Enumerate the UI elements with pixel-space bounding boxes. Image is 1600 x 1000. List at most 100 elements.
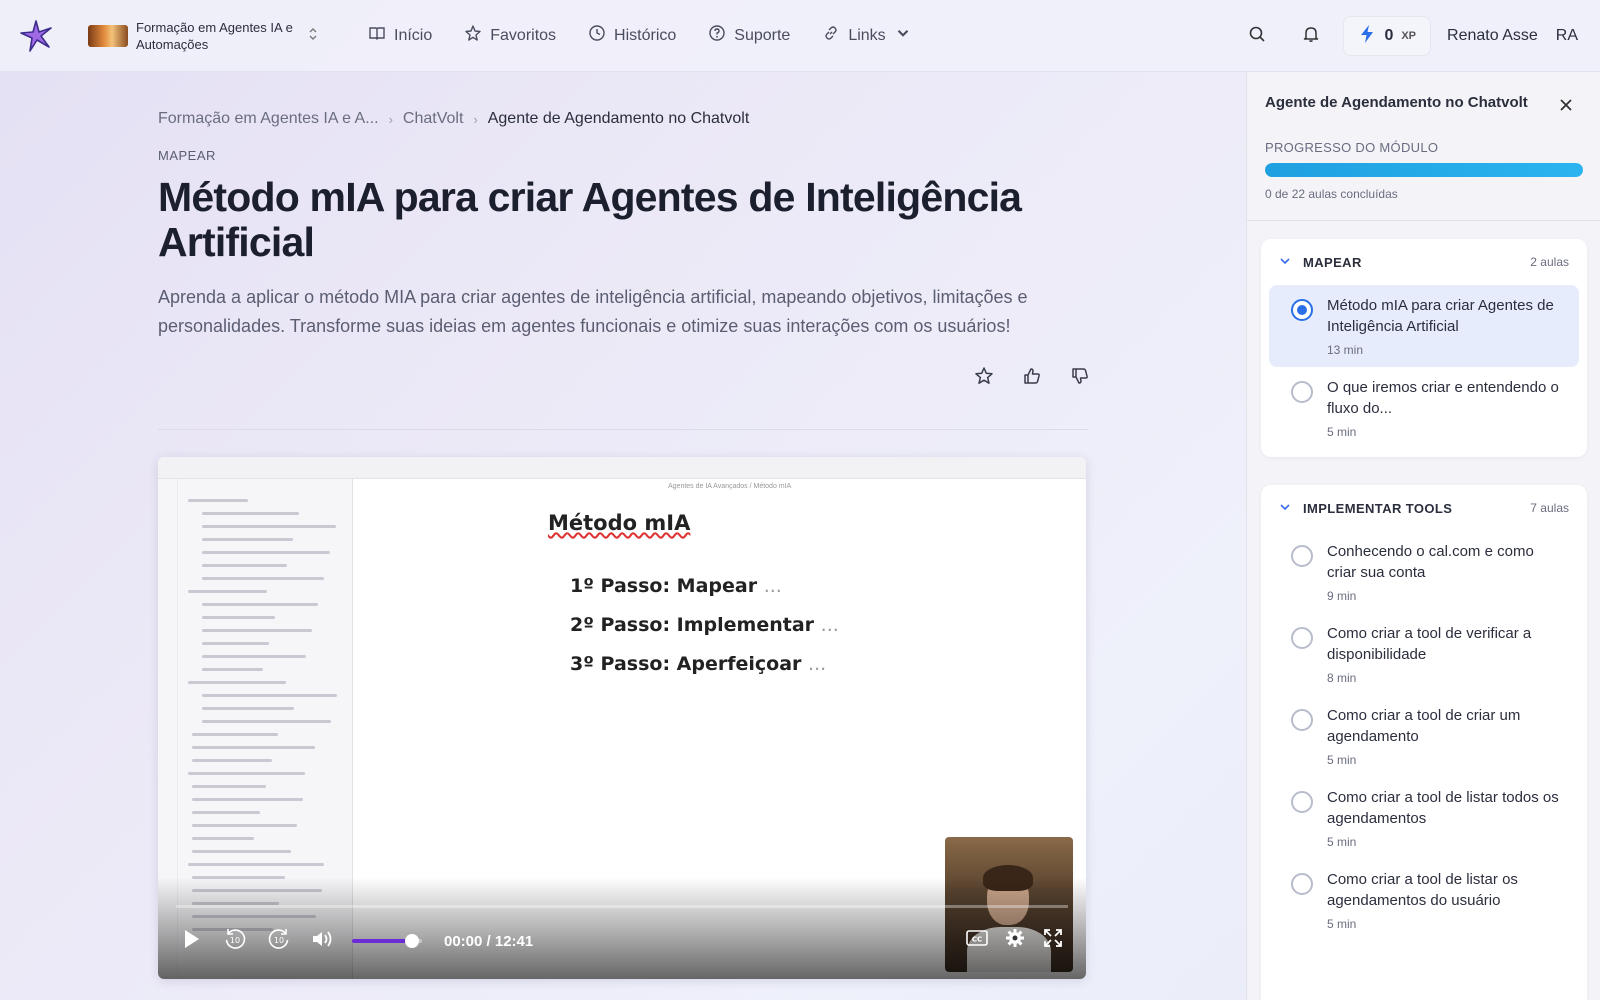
lesson-item[interactable]: Como criar a tool de listar os agendamen… xyxy=(1269,859,1579,941)
video-slide-step: 1º Passo: Mapear ... xyxy=(570,575,782,597)
captions-button[interactable]: CC xyxy=(962,925,992,955)
video-slide-tree-line xyxy=(192,837,254,840)
module-progress-bar xyxy=(1265,163,1583,177)
play-button[interactable] xyxy=(176,926,206,956)
divider xyxy=(158,429,1088,430)
link-icon xyxy=(822,24,840,47)
video-slide-tree-line xyxy=(202,668,263,671)
search-button[interactable] xyxy=(1237,16,1277,56)
nav-item-suporte[interactable]: Suporte xyxy=(708,24,790,47)
chevron-down-icon xyxy=(894,24,912,47)
close-button[interactable] xyxy=(1555,96,1577,118)
notifications-button[interactable] xyxy=(1291,16,1331,56)
settings-button[interactable] xyxy=(1000,925,1030,955)
divider xyxy=(1247,220,1600,221)
gear-icon xyxy=(1004,927,1026,954)
video-slide-tree-line xyxy=(202,629,312,632)
video-slide-step: 3º Passo: Aperfeiçoar ... xyxy=(570,653,827,675)
top-right-actions: 0 XP Renato Asse RA xyxy=(1237,0,1600,72)
video-player[interactable]: Agentes de IA Avançados / Método mIA Mét… xyxy=(158,457,1086,979)
breadcrumb-course[interactable]: Formação em Agentes IA e A... xyxy=(158,110,379,128)
video-slide-tree-line xyxy=(202,512,299,515)
xp-badge[interactable]: 0 XP xyxy=(1343,16,1432,56)
help-circle-icon xyxy=(708,24,726,47)
chevron-down-icon xyxy=(1279,501,1291,516)
nav-item-inicio[interactable]: Início xyxy=(368,24,432,47)
video-slide-tree-line xyxy=(202,694,337,697)
lesson-status-radio xyxy=(1291,545,1313,567)
video-progress-bar[interactable] xyxy=(176,905,1068,908)
dislike-button[interactable] xyxy=(1066,364,1094,392)
play-icon xyxy=(181,928,201,955)
lesson-item[interactable]: Como criar a tool de listar todos os age… xyxy=(1269,777,1579,859)
lesson-status-radio xyxy=(1291,709,1313,731)
video-slide-tree-line xyxy=(192,733,278,736)
favorite-button[interactable] xyxy=(970,364,998,392)
forward-10-button[interactable]: 10 xyxy=(264,926,294,956)
video-slide-tree-line xyxy=(192,798,303,801)
module-card-mapear: MAPEAR 2 aulas Método mIA para criar Age… xyxy=(1261,239,1587,457)
lesson-status-radio xyxy=(1291,299,1313,321)
nav-item-favoritos[interactable]: Favoritos xyxy=(464,24,556,47)
nav-label: Suporte xyxy=(734,26,791,44)
forward-10-icon: 10 xyxy=(266,926,292,957)
volume-slider[interactable] xyxy=(352,934,422,948)
lesson-status-radio xyxy=(1291,791,1313,813)
xp-value: 0 xyxy=(1384,27,1394,44)
lesson-title: Como criar a tool de listar todos os age… xyxy=(1327,789,1559,827)
lesson-item[interactable]: O que iremos criar e entendendo o fluxo … xyxy=(1269,367,1579,449)
panel-title: Agente de Agendamento no Chatvolt xyxy=(1265,94,1528,111)
module-header[interactable]: MAPEAR 2 aulas xyxy=(1261,239,1587,285)
video-slide-path: Agentes de IA Avançados / Método mIA xyxy=(668,483,792,490)
progress-count: 0 de 22 aulas concluídas xyxy=(1265,187,1398,201)
fullscreen-button[interactable] xyxy=(1038,925,1068,955)
video-slide-tree-line xyxy=(202,616,275,619)
avatar[interactable]: RA xyxy=(1556,27,1578,45)
volume-button[interactable] xyxy=(308,926,338,956)
course-switcher[interactable]: Formação em Agentes IA e Automações xyxy=(88,19,318,53)
lesson-title: Conhecendo o cal.com e como criar sua co… xyxy=(1327,543,1534,581)
volume-icon xyxy=(311,929,335,954)
breadcrumb-current: Agente de Agendamento no Chatvolt xyxy=(487,110,750,127)
logo-icon[interactable] xyxy=(18,18,54,54)
rewind-10-button[interactable]: 10 xyxy=(220,926,250,956)
video-slide-tree-line xyxy=(192,811,260,814)
video-slide-step-text: 1º Passo: Mapear xyxy=(570,575,758,597)
chevron-right-icon: › xyxy=(473,111,478,127)
bell-icon xyxy=(1302,25,1320,48)
lesson-item[interactable]: Conhecendo o cal.com e como criar sua co… xyxy=(1269,531,1579,613)
lesson-item[interactable]: Método mIA para criar Agentes de Intelig… xyxy=(1269,285,1579,367)
lesson-description: Aprenda a aplicar o método MIA para cria… xyxy=(158,287,1028,336)
lesson-item[interactable]: Como criar a tool de verificar a disponi… xyxy=(1269,613,1579,695)
svg-text:CC: CC xyxy=(972,935,982,943)
video-slide-heading: Método mIA xyxy=(548,511,690,535)
search-icon xyxy=(1248,25,1266,48)
nav-label: Histórico xyxy=(614,26,677,44)
video-slide-tree-line xyxy=(192,824,297,827)
module-card-implementar-tools: IMPLEMENTAR TOOLS 7 aulas Conhecendo o c… xyxy=(1261,485,1587,1000)
nav-item-historico[interactable]: Histórico xyxy=(588,24,676,47)
volume-fill xyxy=(352,939,412,943)
chevron-right-icon: › xyxy=(388,111,393,127)
video-slide-step-text: 3º Passo: Aperfeiçoar xyxy=(570,653,802,675)
star-icon xyxy=(974,366,994,391)
fullscreen-icon xyxy=(1042,927,1064,954)
lesson-title: Como criar a tool de criar um agendament… xyxy=(1327,707,1521,745)
module-lesson-count: 2 aulas xyxy=(1530,255,1569,269)
nav-item-links[interactable]: Links xyxy=(822,24,911,47)
module-lesson-count: 7 aulas xyxy=(1530,501,1569,515)
like-button[interactable] xyxy=(1018,364,1046,392)
user-name[interactable]: Renato Asse xyxy=(1447,27,1538,45)
volume-knob[interactable] xyxy=(404,934,419,948)
lesson-item[interactable]: Como criar a tool de criar um agendament… xyxy=(1269,695,1579,777)
video-slide-tree-line xyxy=(192,850,291,853)
lesson-title: Método mIA para criar Agentes de Intelig… xyxy=(1327,297,1554,335)
page-title: Método mIA para criar Agentes de Intelig… xyxy=(158,174,1022,265)
video-slide-step: 2º Passo: Implementar ... xyxy=(570,614,839,636)
close-icon xyxy=(1559,98,1573,117)
breadcrumb-module[interactable]: ChatVolt xyxy=(403,110,463,128)
lesson-duration: 13 min xyxy=(1327,343,1364,357)
module-header[interactable]: IMPLEMENTAR TOOLS 7 aulas xyxy=(1261,485,1587,531)
module-title: MAPEAR xyxy=(1303,254,1362,270)
lesson-status-radio xyxy=(1291,381,1313,403)
